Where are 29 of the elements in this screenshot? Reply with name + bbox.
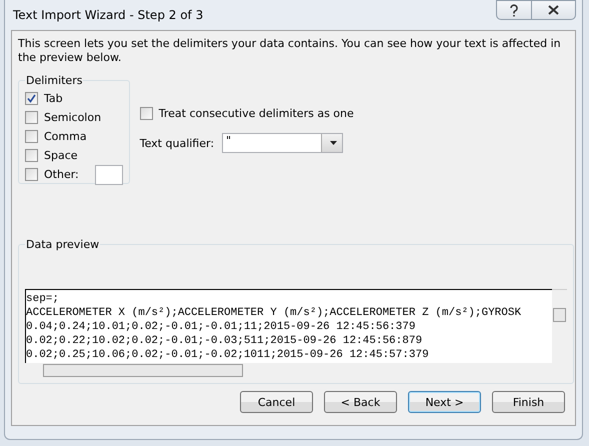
- checkbox-label[interactable]: Tab: [44, 92, 63, 105]
- checkbox-label[interactable]: Other:: [44, 168, 79, 181]
- checkbox[interactable]: [25, 111, 38, 124]
- dialog-button[interactable]: < Back: [324, 391, 397, 413]
- checkbox[interactable]: [25, 92, 38, 105]
- help-button[interactable]: [496, 0, 532, 20]
- window-title: Text Import Wizard - Step 2 of 3: [12, 8, 204, 22]
- checkbox[interactable]: [140, 107, 153, 120]
- group-title: Delimiters: [25, 74, 84, 87]
- checkbox-label[interactable]: Semicolon: [44, 111, 102, 124]
- text-qualifier-dropdown[interactable]: ": [222, 133, 344, 153]
- group-title: Data preview: [25, 238, 100, 251]
- checkbox-label[interactable]: Comma: [44, 130, 87, 143]
- dropdown-arrow-icon: [330, 141, 338, 145]
- dialog-button[interactable]: Cancel: [240, 391, 313, 413]
- preview-text: sep=; ACCELEROMETER X (m/s²);ACCELEROMETER Y (m/s²);ACCELEROMETER Z (m/s²);GYROSK 0.04;0.24;10.01;0.02;-0.01;-0.01;11;2015-09-26 12:45:56:379 0.02;0.22;10.02;0.02;-0.01;-0.03;511;2015-09-26 12:45:56:879 0.02;0.25;10.06;0.02;-0.01;-0.02;1011;2015-09-26 12:45:57:379: [25, 289, 552, 363]
- field-label: Text qualifier:: [140, 136, 214, 150]
- dialog-button[interactable]: Next >: [408, 391, 481, 413]
- other-delimiter-field[interactable]: [94, 164, 123, 184]
- checkbox[interactable]: [25, 130, 38, 143]
- checkbox[interactable]: [25, 168, 38, 181]
- checkbox-label[interactable]: Treat consecutive delimiters as one: [158, 107, 354, 120]
- checkbox-label[interactable]: Space: [44, 149, 78, 162]
- question-mark-icon: [509, 4, 519, 16]
- dialog-button[interactable]: Finish: [492, 391, 565, 413]
- close-button[interactable]: [532, 0, 576, 20]
- checkbox[interactable]: [25, 149, 38, 162]
- close-icon: [548, 5, 559, 15]
- instruction-text: This screen lets you set the delimiters your data contains. You can see how your text is affected in the preview below.: [18, 37, 562, 65]
